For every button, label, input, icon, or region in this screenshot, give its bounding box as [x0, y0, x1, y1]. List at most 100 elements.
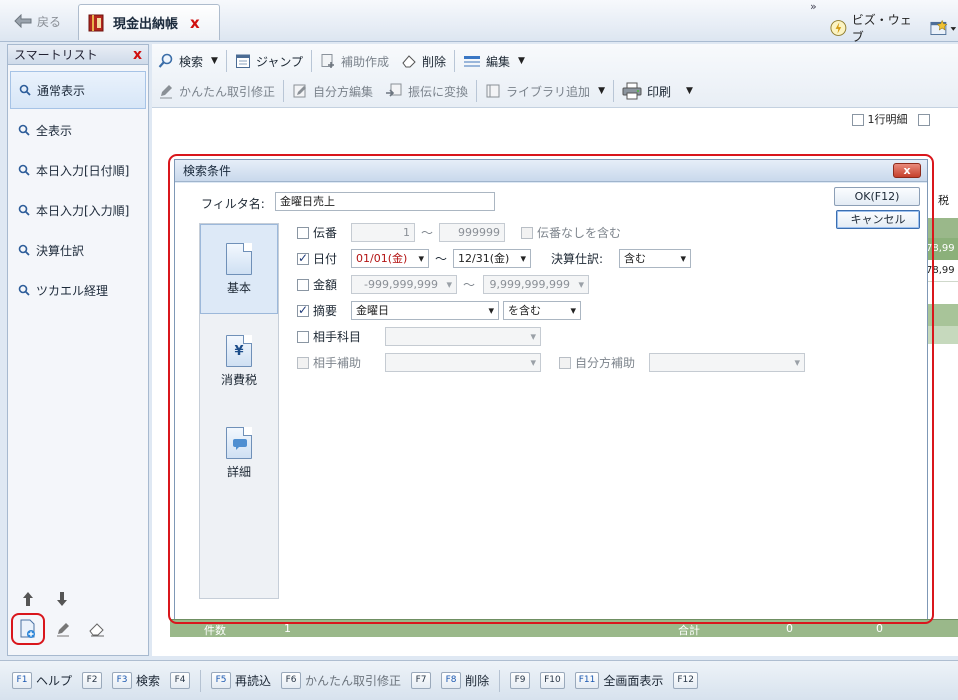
- biz-web-button[interactable]: ビズ・ウェブ: [830, 11, 958, 45]
- smart-list-item-label: 決算仕訳: [36, 243, 85, 258]
- lightning-icon: [830, 20, 847, 36]
- aux-create-button[interactable]: 補助作成: [314, 48, 395, 74]
- smart-list-item-label: 通常表示: [37, 83, 86, 98]
- search-icon: [158, 53, 173, 68]
- toolbar-separator: [225, 50, 227, 72]
- fkey-f2[interactable]: F2: [82, 672, 103, 689]
- delete-button-label: 削除: [422, 54, 447, 69]
- search-icon: [18, 164, 30, 176]
- total-label: 合計: [678, 624, 700, 637]
- tab-close-icon[interactable]: x: [190, 14, 200, 32]
- book-icon: [486, 84, 500, 98]
- fkey-cap: F11: [574, 672, 600, 689]
- edit-menu-button[interactable]: 編集 ▼: [457, 48, 531, 74]
- fkey-f5-reload[interactable]: F5 再読込: [211, 672, 271, 689]
- new-list-icon[interactable]: [19, 619, 37, 639]
- delete-button[interactable]: 削除: [395, 48, 452, 74]
- title-bar: 戻る 現金出納帳 x » ビズ・ウェブ: [0, 0, 958, 45]
- list-edit-icon: [464, 56, 481, 67]
- fkey-f9[interactable]: F9: [510, 672, 531, 689]
- document-add-icon: [321, 54, 334, 68]
- fkey-f10[interactable]: F10: [540, 672, 565, 689]
- search-button-label: 検索: [179, 54, 204, 69]
- eraser-icon: [402, 55, 416, 68]
- fkey-cap: F9: [510, 672, 531, 689]
- easy-fix-button[interactable]: かんたん取引修正: [152, 78, 281, 104]
- smart-list-header: スマートリスト x: [8, 45, 148, 65]
- search-icon: [18, 244, 30, 256]
- fkey-f12[interactable]: F12: [673, 672, 699, 689]
- smart-list-item-all[interactable]: 全表示: [10, 111, 146, 149]
- move-down-arrow-icon[interactable]: [55, 591, 69, 607]
- dropdown-arrow-icon[interactable]: ▼: [598, 86, 605, 96]
- smart-list-item-tsukaeru[interactable]: ツカエル経理: [10, 271, 146, 309]
- smart-list-item-label: 本日入力[日付順]: [36, 163, 130, 178]
- dropdown-arrow-icon[interactable]: ▼: [686, 86, 693, 96]
- fkey-separator: [499, 669, 501, 692]
- tab-label: 現金出納帳: [113, 17, 179, 32]
- smart-list-actions: [8, 585, 148, 655]
- smart-list-item-today-date[interactable]: 本日入力[日付順]: [10, 151, 146, 189]
- fkey-f3-search[interactable]: F3 検索: [112, 672, 160, 689]
- checkbox-box: [852, 114, 864, 126]
- fkey-cap: F1: [12, 672, 32, 689]
- library-add-button[interactable]: ライブラリ追加 ▼: [479, 78, 611, 104]
- easy-fix-button-label: かんたん取引修正: [179, 84, 276, 99]
- count-label: 件数: [204, 624, 226, 637]
- fkey-f7[interactable]: F7: [411, 672, 432, 689]
- dropdown-arrow-icon[interactable]: ▼: [518, 56, 525, 66]
- jump-button[interactable]: ジャンプ: [229, 48, 309, 74]
- jump-button-label: ジャンプ: [255, 54, 303, 69]
- smart-list-panel: スマートリスト x 通常表示 全表示 本日入力[日付順] 本日入力[入力順] 決…: [7, 44, 149, 656]
- move-up-arrow-icon[interactable]: [21, 591, 35, 607]
- toolbar-separator: [310, 50, 312, 72]
- window-star-icon[interactable]: [930, 19, 958, 37]
- fkey-cap: F6: [281, 672, 302, 689]
- edit-pencil-icon[interactable]: [55, 621, 71, 637]
- smart-list-item-closing[interactable]: 決算仕訳: [10, 231, 146, 269]
- fkey-cap: F2: [82, 672, 103, 689]
- one-line-detail-checkbox[interactable]: 1行明細: [852, 111, 908, 127]
- back-button[interactable]: 戻る: [14, 12, 61, 30]
- library-add-button-label: ライブラリ追加: [506, 84, 591, 99]
- smart-list-item-normal[interactable]: 通常表示: [10, 71, 146, 109]
- calendar-icon: [235, 54, 250, 68]
- convert-button[interactable]: 振伝に変換: [379, 78, 474, 104]
- print-button[interactable]: 印刷 ▼: [616, 78, 699, 104]
- search-icon: [19, 84, 31, 96]
- fkey-label: ヘルプ: [36, 674, 73, 688]
- self-edit-button[interactable]: 自分方編集: [286, 78, 379, 104]
- print-button-label: 印刷: [646, 84, 671, 99]
- fkey-f1-help[interactable]: F1 ヘルプ: [12, 672, 72, 689]
- printer-icon: [622, 82, 642, 100]
- smart-list-title: スマートリスト: [14, 48, 98, 62]
- search-icon: [18, 284, 30, 296]
- one-line-detail-label: 1行明細: [867, 113, 908, 126]
- tab-cash-book[interactable]: 現金出納帳 x: [78, 4, 220, 40]
- eraser-icon[interactable]: [88, 621, 106, 637]
- overflow-chevron-icon[interactable]: »: [810, 0, 817, 13]
- toolbar-separator: [454, 50, 456, 72]
- fkey-label: 検索: [136, 674, 161, 688]
- dropdown-arrow-icon[interactable]: ▼: [211, 56, 218, 66]
- search-icon: [18, 124, 30, 136]
- fkey-f6-easy-fix[interactable]: F6 かんたん取引修正: [281, 672, 401, 689]
- smart-list-close-icon[interactable]: x: [133, 47, 142, 63]
- fkey-f4[interactable]: F4: [170, 672, 191, 689]
- biz-web-label: ビズ・ウェブ: [851, 13, 912, 44]
- view-options: 1行明細: [852, 111, 930, 127]
- self-edit-button-label: 自分方編集: [313, 84, 374, 99]
- dialog-highlight: [168, 154, 934, 624]
- smart-list-item-label: 本日入力[入力順]: [36, 203, 130, 218]
- ledger-book-icon: [88, 14, 104, 31]
- fkey-label: 全画面表示: [603, 674, 664, 688]
- view-option-checkbox[interactable]: [917, 113, 930, 126]
- fkey-cap: F7: [411, 672, 432, 689]
- search-button[interactable]: 検索 ▼: [152, 48, 224, 74]
- smart-list-item-label: 全表示: [36, 123, 73, 138]
- toolbar: 検索 ▼ ジャンプ 補助作成 削除 編集 ▼ かんたん取引修正 自分方編集 振伝…: [152, 44, 958, 108]
- fkey-f11-fullscreen[interactable]: F11 全画面表示: [574, 672, 664, 689]
- fkey-f8-delete[interactable]: F8 削除: [441, 672, 489, 689]
- smart-list-item-today-input[interactable]: 本日入力[入力順]: [10, 191, 146, 229]
- fkey-cap: F4: [170, 672, 191, 689]
